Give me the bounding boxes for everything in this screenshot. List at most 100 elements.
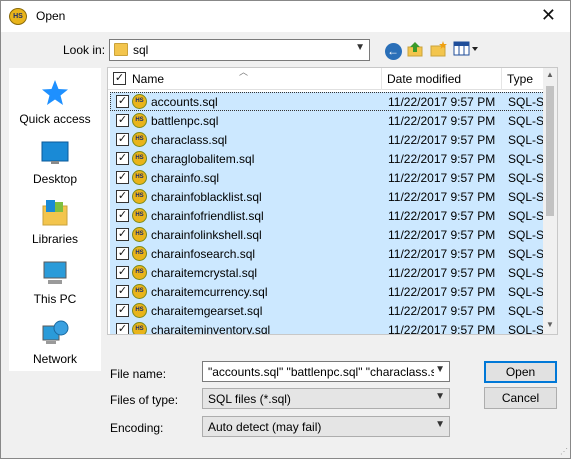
sql-file-icon: HS — [132, 113, 147, 128]
file-date: 11/22/2017 9:57 PM — [388, 95, 496, 109]
lookin-combo[interactable]: sql ▼ — [109, 39, 370, 61]
file-row[interactable]: ✓ HS charainfolinkshell.sql 11/22/2017 9:57… — [110, 225, 550, 244]
filetype-value: SQL files (*.sql) — [208, 392, 291, 406]
file-checkbox[interactable]: ✓ — [116, 323, 129, 334]
chevron-down-icon[interactable]: ▼ — [435, 391, 445, 402]
file-name: charaitemcrystal.sql — [151, 266, 258, 280]
chevron-down-icon[interactable]: ▼ — [435, 419, 445, 430]
computer-icon — [43, 261, 67, 284]
place-network[interactable]: Network — [9, 318, 101, 366]
column-date[interactable]: Date modified — [387, 72, 461, 86]
vertical-scrollbar[interactable]: ▲ ▼ — [543, 68, 557, 334]
place-quick-access[interactable]: Quick access — [9, 78, 101, 126]
place-label: Network — [32, 352, 77, 366]
folder-icon — [114, 43, 128, 56]
lookin-label: Look in: — [63, 43, 106, 57]
file-row[interactable]: ✓ HS charainfofriendlist.sql 11/22/2017 9:5… — [110, 206, 550, 225]
file-name: charaglobalitem.sql — [151, 152, 255, 166]
back-arrow-icon: ← — [384, 43, 402, 60]
close-button[interactable]: ✕ — [541, 5, 556, 25]
view-menu-button[interactable] — [452, 40, 480, 60]
sql-file-icon: HS — [132, 303, 147, 318]
place-label: Desktop — [32, 172, 78, 186]
place-label: This PC — [33, 292, 77, 306]
app-logo-icon: HS — [9, 8, 27, 25]
file-checkbox[interactable]: ✓ — [116, 171, 129, 184]
column-divider[interactable] — [501, 68, 502, 90]
scroll-up-icon[interactable]: ▲ — [543, 70, 557, 79]
scroll-down-icon[interactable]: ▼ — [543, 320, 557, 329]
file-date: 11/22/2017 9:57 PM — [388, 114, 496, 128]
sql-file-icon: HS — [132, 151, 147, 166]
encoding-label: Encoding: — [110, 421, 164, 435]
encoding-select[interactable]: Auto detect (may fail) ▼ — [202, 416, 450, 437]
place-label: Quick access — [19, 112, 91, 126]
chevron-down-icon[interactable]: ▼ — [435, 364, 445, 375]
file-date: 11/22/2017 9:57 PM — [388, 304, 496, 318]
file-checkbox[interactable]: ✓ — [116, 114, 129, 127]
file-date: 11/22/2017 9:57 PM — [388, 285, 496, 299]
new-folder-icon — [430, 41, 447, 57]
file-checkbox[interactable]: ✓ — [116, 247, 129, 260]
resize-grip-icon[interactable]: ⋰ — [560, 447, 568, 456]
file-row[interactable]: ✓ HS characlass.sql 11/22/2017 9:57 PM SQL-S… — [110, 130, 550, 149]
column-type[interactable]: Type — [507, 72, 533, 86]
filename-label: File name: — [110, 367, 167, 381]
file-date: 11/22/2017 9:57 PM — [388, 247, 496, 261]
place-this-pc[interactable]: This PC — [9, 258, 101, 306]
file-date: 11/22/2017 9:57 PM — [388, 152, 496, 166]
new-folder-button[interactable] — [429, 40, 449, 60]
file-name: charaiteminventory.sql — [151, 323, 271, 335]
file-row[interactable]: ✓ HS charaitemcurrency.sql 11/22/2017 9:57 … — [110, 282, 550, 301]
place-desktop[interactable]: Desktop — [9, 138, 101, 186]
file-row[interactable]: ✓ HS accounts.sql 11/22/2017 9:57 PM SQL-Sc — [110, 92, 550, 111]
file-row[interactable]: ✓ HS charainfoblacklist.sql 11/22/2017 9:57… — [110, 187, 550, 206]
file-checkbox[interactable]: ✓ — [116, 228, 129, 241]
file-row[interactable]: ✓ HS charaiteminventory.sql 11/22/2017 9:57… — [110, 320, 550, 335]
file-date: 11/22/2017 9:57 PM — [388, 209, 496, 223]
back-button[interactable]: ← — [383, 40, 403, 60]
file-row[interactable]: ✓ HS charainfosearch.sql 11/22/2017 9:57 PM… — [110, 244, 550, 263]
file-date: 11/22/2017 9:57 PM — [388, 323, 496, 335]
file-name: characlass.sql — [151, 133, 228, 147]
file-name: charainfofriendlist.sql — [151, 209, 264, 223]
chevron-down-icon[interactable]: ▼ — [355, 42, 365, 53]
filename-combo[interactable]: "accounts.sql" "battlenpc.sql" "characla… — [202, 361, 450, 382]
places-bar: Quick access Desktop Libraries This PC N… — [9, 68, 101, 371]
up-folder-button[interactable] — [406, 40, 426, 60]
file-checkbox[interactable]: ✓ — [116, 209, 129, 222]
file-date: 11/22/2017 9:57 PM — [388, 190, 496, 204]
file-checkbox[interactable]: ✓ — [116, 285, 129, 298]
file-row[interactable]: ✓ HS charaglobalitem.sql 11/22/2017 9:57 PM… — [110, 149, 550, 168]
file-checkbox[interactable]: ✓ — [116, 95, 129, 108]
file-checkbox[interactable]: ✓ — [116, 133, 129, 146]
sql-file-icon: HS — [132, 246, 147, 261]
filetype-select[interactable]: SQL files (*.sql) ▼ — [202, 388, 450, 409]
file-checkbox[interactable]: ✓ — [116, 304, 129, 317]
file-row[interactable]: ✓ HS charaitemgearset.sql 11/22/2017 9:57 P… — [110, 301, 550, 320]
file-row[interactable]: ✓ HS charaitemcrystal.sql 11/22/2017 9:57 P… — [110, 263, 550, 282]
select-all-checkbox[interactable]: ✓ — [113, 72, 126, 85]
column-name[interactable]: Name — [132, 72, 164, 86]
sort-caret-icon: ︿ — [239, 67, 249, 77]
file-date: 11/22/2017 9:57 PM — [388, 266, 496, 280]
place-libraries[interactable]: Libraries — [9, 198, 101, 246]
file-checkbox[interactable]: ✓ — [116, 266, 129, 279]
file-checkbox[interactable]: ✓ — [116, 190, 129, 203]
scroll-thumb[interactable] — [546, 86, 554, 216]
cancel-button[interactable]: Cancel — [484, 387, 557, 409]
desktop-icon — [41, 141, 69, 164]
file-row[interactable]: ✓ HS battlenpc.sql 11/22/2017 9:57 PM SQL-Sc — [110, 111, 550, 130]
open-button[interactable]: Open — [484, 361, 557, 383]
dialog-title: Open — [36, 9, 66, 23]
file-row[interactable]: ✓ HS charainfo.sql 11/22/2017 9:57 PM SQL-Sc — [110, 168, 550, 187]
file-checkbox[interactable]: ✓ — [116, 152, 129, 165]
column-divider[interactable] — [381, 68, 382, 90]
place-label: Libraries — [31, 232, 79, 246]
filename-input[interactable]: "accounts.sql" "battlenpc.sql" "characla… — [208, 365, 434, 379]
file-list[interactable]: ︿ ✓ Name Date modified Type ✓ HS accounts.… — [107, 67, 558, 335]
file-date: 11/22/2017 9:57 PM — [388, 228, 496, 242]
file-name: battlenpc.sql — [151, 114, 219, 128]
lookin-value: sql — [133, 43, 149, 57]
file-name: charainfolinkshell.sql — [151, 228, 262, 242]
